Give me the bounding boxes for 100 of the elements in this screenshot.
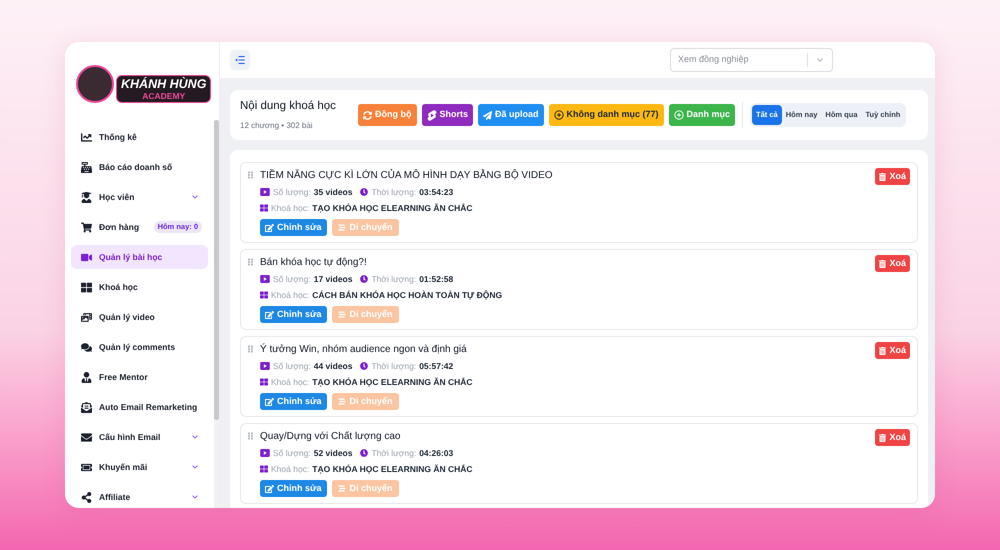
course-name: TẠO KHÓA HỌC ELEARNING ĂN CHẮC [312,462,473,476]
sidebar-item[interactable]: Quản lý comments [71,335,208,359]
sidebar-item[interactable]: Khoá học [71,275,208,299]
trash-icon [879,346,886,354]
lines-icon [338,224,346,231]
action-button[interactable]: Đã upload [478,104,544,126]
sidebar-item[interactable]: Báo cáo doanh số [71,155,208,179]
edit-icon [265,484,274,492]
duration-value: 05:57:42 [419,360,454,372]
cash-register-icon [81,162,92,172]
clock-icon [360,275,368,283]
edit-button[interactable]: Chỉnh sửa [260,219,327,236]
video-play-icon [260,188,270,196]
clock-icon [360,188,368,196]
grid-icon [260,378,268,386]
envelope-icon [81,432,92,442]
cart-icon [81,222,92,232]
drag-handle-icon[interactable] [248,171,253,179]
sidebar-item[interactable]: Khuyến mãi [71,455,208,479]
share-icon [81,492,92,502]
chat-bubbles-icon [81,342,92,352]
chevron-down-icon [192,194,198,200]
video-count-value: 52 videos [314,446,352,460]
course-name: TẠO KHÓA HỌC ELEARNING ĂN CHẮC [312,376,473,388]
graduate-icon [81,192,92,202]
edit-button[interactable]: Chỉnh sửa [260,306,327,323]
course-label: Khoá học: [271,288,310,302]
drag-handle-icon[interactable] [248,432,253,440]
grid-icon [260,465,268,473]
video-count-label: Số lượng: [273,186,311,198]
video-count-label: Số lượng: [273,446,311,460]
course-name: CÁCH BÁN KHÓA HỌC HOÀN TOÀN TỰ ĐỘNG [312,288,502,302]
sidebar-item[interactable]: Học viên [71,185,208,209]
duration-value: 04:26:03 [419,446,454,460]
sidebar-item[interactable]: Affiliate [71,485,208,508]
video-count-label: Số lượng: [273,360,311,372]
course-label: Khoá học: [271,376,310,388]
person-tie-icon [81,372,92,382]
page-title: Nội dung khoá học [240,99,337,114]
sidebar-item[interactable]: Free Mentor [71,365,208,389]
video-play-icon [260,449,270,457]
sidebar-item[interactable]: Quản lý video [71,305,208,329]
lines-icon [338,398,346,405]
video-count-value: 44 videos [314,360,352,372]
delete-button[interactable]: Xoá [875,255,910,272]
video-count-value: 35 videos [314,186,352,198]
action-button[interactable]: Không danh mục (77) [548,104,664,126]
edit-icon [265,224,274,232]
edit-button[interactable]: Chỉnh sửa [260,393,327,410]
video-play-icon [260,362,270,370]
lines-icon [338,311,346,318]
sidebar-item[interactable]: Quản lý bài học [71,245,208,269]
edit-button[interactable]: Chỉnh sửa [260,480,327,497]
sidebar-item[interactable]: Thống kê [71,125,208,149]
menu-icon [235,56,245,64]
grid-icon [260,204,268,212]
edit-icon [265,310,274,318]
grid-icon [81,282,92,292]
sidebar-toggle-button[interactable] [230,50,250,70]
line-chart-icon [81,132,92,142]
clock-icon [360,362,368,370]
duration-label: Thời lượng: [371,446,416,460]
sidebar-item[interactable]: Cấu hình Email [71,425,208,449]
video-play-icon [260,275,270,283]
duration-value: 03:54:23 [419,186,454,198]
course-label: Khoá học: [271,462,310,476]
sidebar-item[interactable]: Auto Email Remarketing [71,395,208,419]
envelope-text-icon [81,402,92,412]
trash-icon [879,434,886,442]
delete-button[interactable]: Xoá [875,342,910,359]
plus-circle-icon [554,110,564,120]
sync-icon [363,110,372,120]
lesson-title: Bán khóa học tự động?! [260,256,368,270]
trash-icon [879,260,886,268]
drag-handle-icon[interactable] [248,258,253,266]
photo-video-icon [81,312,92,322]
video-count-value: 17 videos [314,272,352,286]
delete-button[interactable]: Xoá [875,168,910,185]
drag-handle-icon[interactable] [248,345,253,353]
colleague-select[interactable]: Xem đồng nghiệp [670,48,833,72]
lesson-title: Quay/Dựng với Chất lượng cao [260,430,402,444]
logo-name: KHÁNH HÙNG [121,76,206,90]
course-name: TẠO KHÓA HỌC ELEARNING ĂN CHẮC [312,202,473,214]
ticket-icon [81,462,92,472]
action-button[interactable]: Shorts [422,104,474,126]
scrollbar-thumb[interactable] [214,120,219,420]
chevron-down-icon [192,464,198,470]
plus-circle-icon [674,110,684,120]
duration-label: Thời lượng: [371,186,416,198]
duration-value: 01:52:58 [419,272,454,286]
clock-icon [360,449,368,457]
logo-tagline: ACADEMY [142,90,186,100]
video-count-label: Số lượng: [273,272,311,286]
duration-label: Thời lượng: [371,272,416,286]
trash-icon [879,172,886,180]
delete-button[interactable]: Xoá [875,429,910,446]
lesson-title: Ý tưởng Win, nhóm audience ngon và định giá [260,342,468,357]
edit-icon [265,398,274,406]
lines-icon [338,485,346,492]
video-camera-icon [81,252,92,262]
